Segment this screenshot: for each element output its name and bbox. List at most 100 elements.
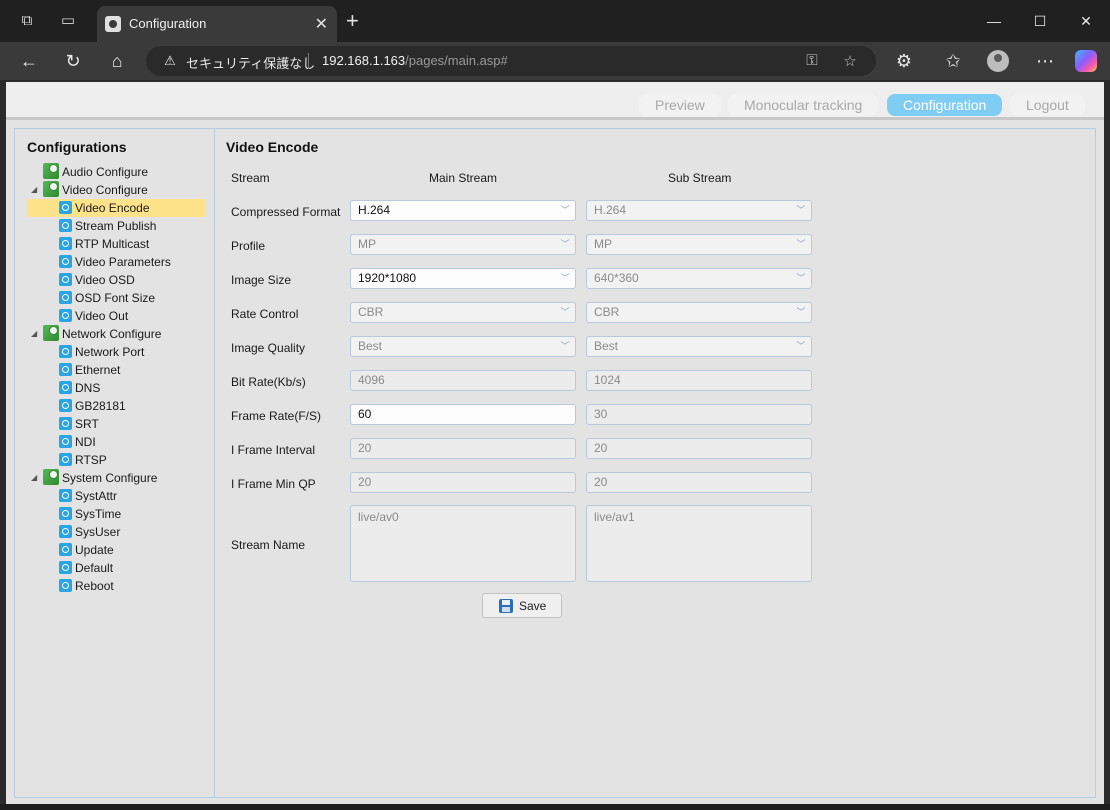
- sub-frame-rate-input[interactable]: 30: [586, 404, 812, 425]
- chevron-down-icon: ﹀: [560, 205, 570, 215]
- sub-image-quality-select[interactable]: Best ﹀: [586, 336, 812, 357]
- url-text[interactable]: 192.168.1.163/pages/main.asp#: [322, 53, 508, 68]
- select-value: 1920*1080: [358, 271, 417, 285]
- warning-icon[interactable]: ⚠: [162, 53, 178, 69]
- close-tab-icon[interactable]: ✕: [315, 14, 328, 34]
- sub-profile-select[interactable]: MP ﹀: [586, 234, 812, 255]
- tree-srt[interactable]: SRT: [59, 415, 99, 433]
- select-value: H.264: [594, 203, 627, 217]
- gear-icon: [59, 579, 72, 592]
- tree-stream-publish[interactable]: Stream Publish: [59, 217, 156, 235]
- expand-arrow-icon[interactable]: ◢: [31, 325, 41, 343]
- label-rate-control: Rate Control: [231, 307, 299, 321]
- sub-image-size-select[interactable]: 640*360 ﹀: [586, 268, 812, 289]
- favicon-icon: [105, 16, 121, 32]
- tree-video-osd[interactable]: Video OSD: [59, 271, 135, 289]
- gear-icon: [59, 381, 72, 394]
- tree-sysuser[interactable]: SysUser: [59, 523, 120, 541]
- tree-label: OSD Font Size: [75, 291, 156, 305]
- header-sub-stream: Sub Stream: [668, 171, 732, 185]
- header-main-stream: Main Stream: [429, 171, 498, 185]
- sub-i-frame-min-qp-input[interactable]: 20: [586, 472, 812, 493]
- chevron-down-icon: ﹀: [560, 273, 570, 283]
- favorite-star-icon[interactable]: ☆: [840, 52, 860, 70]
- tree-default[interactable]: Default: [59, 559, 113, 577]
- tree-video-parameters[interactable]: Video Parameters: [59, 253, 171, 271]
- url-host: 192.168.1.163: [322, 53, 406, 68]
- video-encode-panel: Video Encode Stream Main Stream Sub Stre…: [216, 129, 1095, 797]
- main-image-size-select[interactable]: 1920*1080 ﹀: [350, 268, 576, 289]
- browser-tab[interactable]: Configuration ✕: [97, 6, 337, 42]
- security-warning[interactable]: セキュリティ保護なし: [186, 53, 315, 72]
- new-tab-icon[interactable]: +: [346, 10, 359, 32]
- tab-actions-icon[interactable]: ▭: [59, 12, 77, 30]
- sub-bit-rate-input[interactable]: 1024: [586, 370, 812, 391]
- tree-reboot[interactable]: Reboot: [59, 577, 114, 595]
- gear-icon: [59, 345, 72, 358]
- tree-label: RTSP: [75, 453, 107, 467]
- tree-label: Default: [75, 561, 114, 575]
- label-image-size: Image Size: [231, 273, 292, 287]
- main-i-frame-interval-input[interactable]: 20: [350, 438, 576, 459]
- nav-preview[interactable]: Preview: [639, 94, 721, 116]
- nav-logout[interactable]: Logout: [1010, 94, 1085, 116]
- label-image-quality: Image Quality: [231, 341, 306, 355]
- maximize-icon[interactable]: ☐: [1025, 8, 1055, 34]
- nav-monocular-tracking[interactable]: Monocular tracking: [728, 94, 879, 116]
- workspaces-icon[interactable]: ⧉: [18, 12, 36, 30]
- gear-icon: [59, 507, 72, 520]
- tree-ndi[interactable]: NDI: [59, 433, 96, 451]
- main-rate-control-select[interactable]: CBR ﹀: [350, 302, 576, 323]
- tree-dns[interactable]: DNS: [59, 379, 100, 397]
- favorites-icon[interactable]: ✩: [941, 50, 965, 72]
- main-i-frame-min-qp-input[interactable]: 20: [350, 472, 576, 493]
- browser-toolbar: ← ↻ ⌂ ⚠ セキュリティ保護なし 192.168.1.163/pages/m…: [0, 42, 1110, 80]
- tree-osd-font-size[interactable]: OSD Font Size: [59, 289, 155, 307]
- close-window-icon[interactable]: ✕: [1071, 8, 1101, 34]
- main-profile-select[interactable]: MP ﹀: [350, 234, 576, 255]
- address-bar[interactable]: ⚠ セキュリティ保護なし 192.168.1.163/pages/main.as…: [146, 46, 876, 76]
- minimize-icon[interactable]: —: [979, 8, 1009, 34]
- expand-arrow-icon[interactable]: ◢: [31, 469, 41, 487]
- tree-label: Update: [75, 543, 114, 557]
- home-icon[interactable]: ⌂: [105, 50, 129, 72]
- sub-compressed-format-select[interactable]: H.264 ﹀: [586, 200, 812, 221]
- main-compressed-format-select[interactable]: H.264 ﹀: [350, 200, 576, 221]
- back-icon[interactable]: ←: [17, 50, 41, 72]
- expand-arrow-icon[interactable]: ◢: [31, 181, 41, 199]
- tree-system-configure[interactable]: System Configure: [43, 469, 157, 487]
- tree-video-out[interactable]: Video Out: [59, 307, 128, 325]
- tree-ethernet[interactable]: Ethernet: [59, 361, 120, 379]
- sub-i-frame-interval-input[interactable]: 20: [586, 438, 812, 459]
- tree-systattr[interactable]: SystAttr: [59, 487, 117, 505]
- save-button[interactable]: Save: [482, 593, 562, 618]
- content-frame: Configurations Audio Configure ◢ Video C…: [14, 128, 1096, 798]
- sub-rate-control-select[interactable]: CBR ﹀: [586, 302, 812, 323]
- sub-stream-name-textarea[interactable]: live/av1: [586, 505, 812, 582]
- tree-rtsp[interactable]: RTSP: [59, 451, 107, 469]
- refresh-icon[interactable]: ↻: [61, 50, 85, 72]
- main-bit-rate-input[interactable]: 4096: [350, 370, 576, 391]
- nav-configuration[interactable]: Configuration: [887, 94, 1003, 116]
- tree-audio-configure[interactable]: Audio Configure: [43, 163, 148, 181]
- main-frame-rate-input[interactable]: 60: [350, 404, 576, 425]
- tree-video-encode[interactable]: Video Encode: [27, 199, 205, 217]
- tree-update[interactable]: Update: [59, 541, 114, 559]
- key-icon[interactable]: ⚿: [802, 52, 822, 70]
- tree-network-configure[interactable]: Network Configure: [43, 325, 161, 343]
- extensions-icon[interactable]: ⚙: [892, 50, 916, 72]
- tree-label: DNS: [75, 381, 101, 395]
- tree-rtp-multicast[interactable]: RTP Multicast: [59, 235, 149, 253]
- tree-label: SysUser: [75, 525, 121, 539]
- profile-avatar[interactable]: [987, 50, 1009, 72]
- copilot-icon[interactable]: [1075, 50, 1097, 72]
- main-stream-name-textarea[interactable]: live/av0: [350, 505, 576, 582]
- tree-network-port[interactable]: Network Port: [59, 343, 144, 361]
- more-menu-icon[interactable]: ⋯: [1033, 50, 1057, 72]
- tree-video-configure[interactable]: Video Configure: [43, 181, 148, 199]
- tree-systime[interactable]: SysTime: [59, 505, 121, 523]
- main-image-quality-select[interactable]: Best ﹀: [350, 336, 576, 357]
- tree-gb28181[interactable]: GB28181: [59, 397, 126, 415]
- gear-icon: [59, 255, 72, 268]
- gear-icon: [59, 363, 72, 376]
